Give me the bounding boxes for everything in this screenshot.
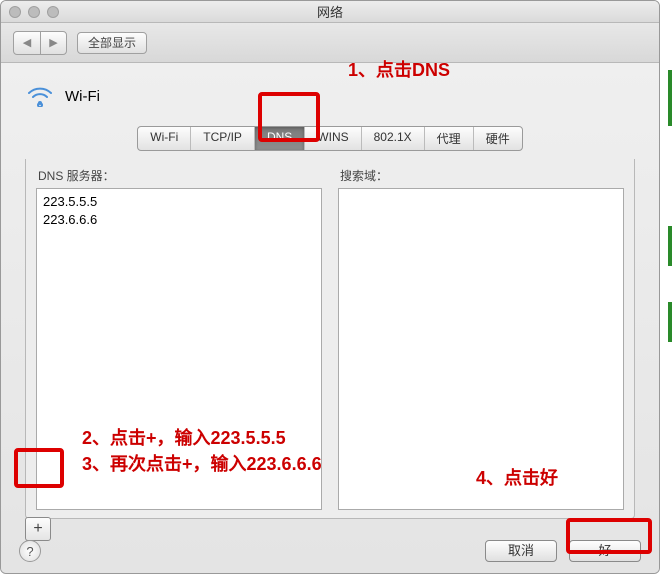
- search-domains-column: 搜索域：: [338, 167, 624, 510]
- tab-dns[interactable]: DNS: [254, 127, 304, 150]
- tab-tcpip[interactable]: TCP/IP: [190, 127, 254, 150]
- dns-servers-list[interactable]: 223.5.5.5 223.6.6.6: [36, 188, 322, 510]
- show-all-button[interactable]: 全部显示: [77, 32, 147, 54]
- page-title: Wi-Fi: [65, 88, 100, 105]
- forward-button[interactable]: ▶: [40, 32, 66, 54]
- footer-buttons: 取消 好: [485, 540, 641, 562]
- tab-wifi[interactable]: Wi-Fi: [138, 127, 190, 150]
- list-item[interactable]: 223.5.5.5: [43, 193, 315, 211]
- tab-8021x[interactable]: 802.1X: [361, 127, 424, 150]
- window-title: 网络: [1, 2, 659, 21]
- decorative-stripe: [668, 70, 672, 126]
- preferences-window: 网络 ◀ ▶ 全部显示 Wi-Fi Wi-Fi TCP/IP DNS WINS: [0, 0, 660, 574]
- search-domains-label: 搜索域：: [338, 167, 624, 184]
- tabs-container: Wi-Fi TCP/IP DNS WINS 802.1X 代理 硬件: [1, 120, 659, 151]
- cancel-button[interactable]: 取消: [485, 540, 557, 562]
- tabs: Wi-Fi TCP/IP DNS WINS 802.1X 代理 硬件: [137, 126, 522, 151]
- decorative-stripe: [668, 302, 672, 342]
- sheet-area: Wi-Fi Wi-Fi TCP/IP DNS WINS 802.1X 代理 硬件…: [1, 63, 659, 573]
- nav-segment: ◀ ▶: [13, 31, 67, 55]
- tab-wins[interactable]: WINS: [304, 127, 360, 150]
- wifi-header: Wi-Fi: [1, 63, 659, 120]
- toolbar: ◀ ▶ 全部显示: [1, 23, 659, 63]
- search-domains-list[interactable]: [338, 188, 624, 510]
- decorative-stripe: [668, 226, 672, 266]
- dns-panel: DNS 服务器： 223.5.5.5 223.6.6.6 搜索域：: [25, 159, 635, 519]
- ok-button[interactable]: 好: [569, 540, 641, 562]
- footer: ? 取消 好: [1, 529, 659, 573]
- dns-servers-column: DNS 服务器： 223.5.5.5 223.6.6.6: [36, 167, 322, 510]
- wifi-icon: [25, 83, 55, 110]
- titlebar: 网络: [1, 1, 659, 23]
- help-button[interactable]: ?: [19, 540, 41, 562]
- back-button[interactable]: ◀: [14, 32, 40, 54]
- tab-proxy[interactable]: 代理: [424, 127, 473, 150]
- list-item[interactable]: 223.6.6.6: [43, 211, 315, 229]
- dns-servers-label: DNS 服务器：: [36, 167, 322, 184]
- tab-hardware[interactable]: 硬件: [473, 127, 522, 150]
